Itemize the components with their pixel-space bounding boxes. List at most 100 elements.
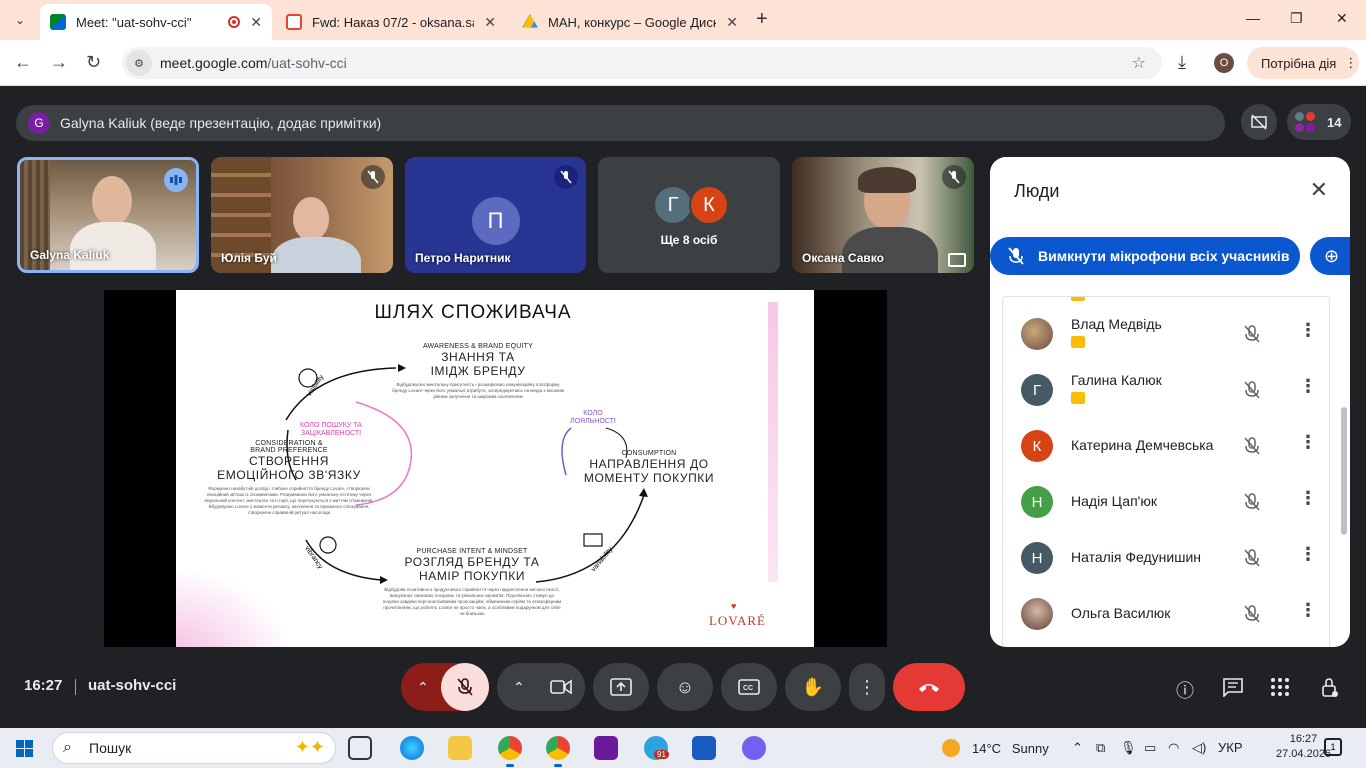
participant-tile[interactable]: Galyna Kaliuk xyxy=(17,157,199,273)
list-item[interactable]: Н Надія Цап'юк ⋮ xyxy=(1003,474,1329,530)
participants-count-button[interactable]: 14 xyxy=(1287,104,1351,140)
activities-icon[interactable] xyxy=(1270,677,1290,702)
forward-icon[interactable]: → xyxy=(50,52,68,73)
more-vert-icon: ⋮ xyxy=(858,676,876,697)
more-vert-icon[interactable]: ⋮ xyxy=(1299,488,1317,509)
tab-search-button[interactable]: ⌄ xyxy=(8,8,32,32)
muted-mic-icon[interactable] xyxy=(1243,492,1261,517)
chevron-down-icon: ⌄ xyxy=(14,13,26,27)
task-view-icon[interactable] xyxy=(348,736,372,760)
meet-tray-icon[interactable]: ⧉ xyxy=(1096,740,1105,756)
more-vert-icon[interactable]: ⋮ xyxy=(1299,544,1317,565)
list-item[interactable]: К Катерина Демчевська ⋮ xyxy=(1003,418,1329,474)
viber-icon[interactable] xyxy=(742,736,766,760)
more-vert-icon[interactable]: ⋮ xyxy=(1299,320,1317,341)
minimize-button[interactable]: — xyxy=(1246,10,1260,26)
chrome-icon[interactable] xyxy=(546,736,570,767)
present-screen-button[interactable] xyxy=(593,663,649,711)
back-icon[interactable]: ← xyxy=(14,52,32,73)
chevron-up-icon[interactable]: ⌃ xyxy=(417,679,429,696)
word-icon[interactable] xyxy=(692,736,716,760)
weather-widget[interactable]: 14°C Sunny xyxy=(942,739,1049,757)
file-explorer-icon[interactable] xyxy=(448,736,472,760)
meeting-clock: 16:27 xyxy=(24,677,63,694)
add-people-button[interactable]: ⊕ xyxy=(1310,237,1350,275)
raise-hand-button[interactable]: ✋ xyxy=(785,663,841,711)
more-vert-icon[interactable]: ⋮ xyxy=(1299,600,1317,621)
captions-button[interactable]: CC xyxy=(721,663,777,711)
participant-tile[interactable]: Юлія Буй xyxy=(211,157,393,273)
microphone-icon[interactable]: 🎙 xyxy=(1120,740,1137,756)
list-item[interactable]: Влад Медвідь ⋮ xyxy=(1003,306,1329,362)
restore-button[interactable]: ❐ xyxy=(1290,10,1303,27)
action-required-button[interactable]: Потрібна дія ⋮ xyxy=(1247,47,1359,79)
presenter-banner: G Galyna Kaliuk (веде презентацію, додає… xyxy=(16,105,1225,141)
participant-tile[interactable]: Оксана Савко xyxy=(792,157,974,273)
site-info-icon[interactable]: ⚙ xyxy=(126,50,152,76)
volume-icon[interactable]: ◁) xyxy=(1192,740,1206,756)
muted-mic-icon[interactable] xyxy=(1243,604,1261,629)
list-item[interactable]: Н Наталія Федунишин ⋮ xyxy=(1003,530,1329,586)
more-options-button[interactable]: ⋮ xyxy=(849,663,885,711)
hand-icon: ✋ xyxy=(801,676,825,697)
muted-mic-icon xyxy=(942,165,966,189)
more-vert-icon[interactable]: ⋮ xyxy=(1299,432,1317,453)
taskbar-search[interactable]: ⌕ Пошук ✦✦ xyxy=(52,732,336,764)
camera-toggle-button[interactable] xyxy=(537,663,585,711)
close-window-button[interactable]: ✕ xyxy=(1336,10,1348,27)
close-tab-icon[interactable]: ✕ xyxy=(484,14,496,31)
reactions-button[interactable]: ☺ xyxy=(657,663,713,711)
close-tab-icon[interactable]: ✕ xyxy=(250,14,262,31)
system-clock[interactable]: 16:27 27.04.2026 xyxy=(1276,732,1331,762)
mute-all-button[interactable]: Вимкнути мікрофони всіх учасників xyxy=(990,237,1300,275)
hide-presentation-icon[interactable] xyxy=(1241,104,1277,140)
muted-mic-icon[interactable] xyxy=(1243,548,1261,573)
close-icon[interactable]: ✕ xyxy=(1310,177,1328,203)
chrome-icon[interactable] xyxy=(498,736,522,767)
new-tab-button[interactable]: + xyxy=(756,8,768,31)
profile-avatar[interactable]: O xyxy=(1214,53,1234,73)
tab-gmail[interactable]: Fwd: Наказ 07/2 - oksana.savko ✕ xyxy=(276,4,506,40)
sparkle-icon: ✦✦ xyxy=(294,737,325,757)
picture-in-picture-icon[interactable] xyxy=(948,253,966,267)
muted-mic-icon[interactable] xyxy=(1243,436,1261,461)
chat-icon[interactable] xyxy=(1222,677,1244,702)
more-participants-avatars: Г К xyxy=(653,185,729,225)
list-item[interactable]: Ольга Василюк ⋮ xyxy=(1003,586,1329,642)
browser-tab-bar: ⌄ Meet: "uat-sohv-cci" ✕ Fwd: Наказ 07/2… xyxy=(0,0,1366,40)
input-language[interactable]: УКР xyxy=(1218,740,1243,755)
muted-mic-icon[interactable] xyxy=(1243,324,1261,349)
wifi-icon[interactable]: ◠ xyxy=(1168,740,1179,756)
url-bar[interactable]: ⚙ meet.google.com/uat-sohv-cci ☆ xyxy=(122,47,1162,79)
mic-toggle-button[interactable] xyxy=(441,663,489,711)
participant-tile[interactable]: П Петро Наритник xyxy=(405,157,586,273)
download-icon[interactable]: ⤓ xyxy=(1178,52,1186,73)
closed-captions-icon: CC xyxy=(738,679,760,695)
tab-meet[interactable]: Meet: "uat-sohv-cci" ✕ xyxy=(40,4,272,40)
muted-mic-icon xyxy=(457,678,473,696)
speaking-indicator-icon xyxy=(164,168,188,192)
avatar: Г xyxy=(1021,374,1053,406)
notifications-icon[interactable]: 1 xyxy=(1324,738,1342,756)
bookmark-star-icon[interactable]: ☆ xyxy=(1132,53,1146,73)
chevron-up-icon[interactable]: ⌃ xyxy=(1072,740,1083,756)
presenting-badge-icon xyxy=(1071,297,1085,301)
more-vert-icon[interactable]: ⋮ xyxy=(1299,376,1317,397)
muted-mic-icon[interactable] xyxy=(1243,380,1261,405)
people-scrollbar[interactable] xyxy=(1341,407,1347,535)
save-app-icon[interactable] xyxy=(594,736,618,760)
list-item[interactable]: Г Галина Калюк ⋮ xyxy=(1003,362,1329,418)
battery-icon[interactable]: ▭ xyxy=(1144,740,1156,756)
more-participants-tile[interactable]: Г К Ще 8 осіб xyxy=(598,157,780,273)
participant-avatar: П xyxy=(471,197,520,245)
chevron-up-icon[interactable]: ⌃ xyxy=(513,679,525,696)
tab-drive[interactable]: МАН, конкурс – Google Диск ✕ xyxy=(512,4,748,40)
leave-call-button[interactable] xyxy=(893,663,965,711)
host-controls-icon[interactable] xyxy=(1320,677,1340,704)
loop-loyalty-label: КОЛО ЛОЯЛЬНОСТІ xyxy=(570,410,616,425)
edge-icon[interactable] xyxy=(400,736,424,760)
reload-icon[interactable]: ↻ xyxy=(86,52,101,73)
meeting-info-icon[interactable]: ⓘ xyxy=(1176,677,1194,703)
windows-start-icon[interactable] xyxy=(16,740,33,757)
close-tab-icon[interactable]: ✕ xyxy=(726,14,738,31)
